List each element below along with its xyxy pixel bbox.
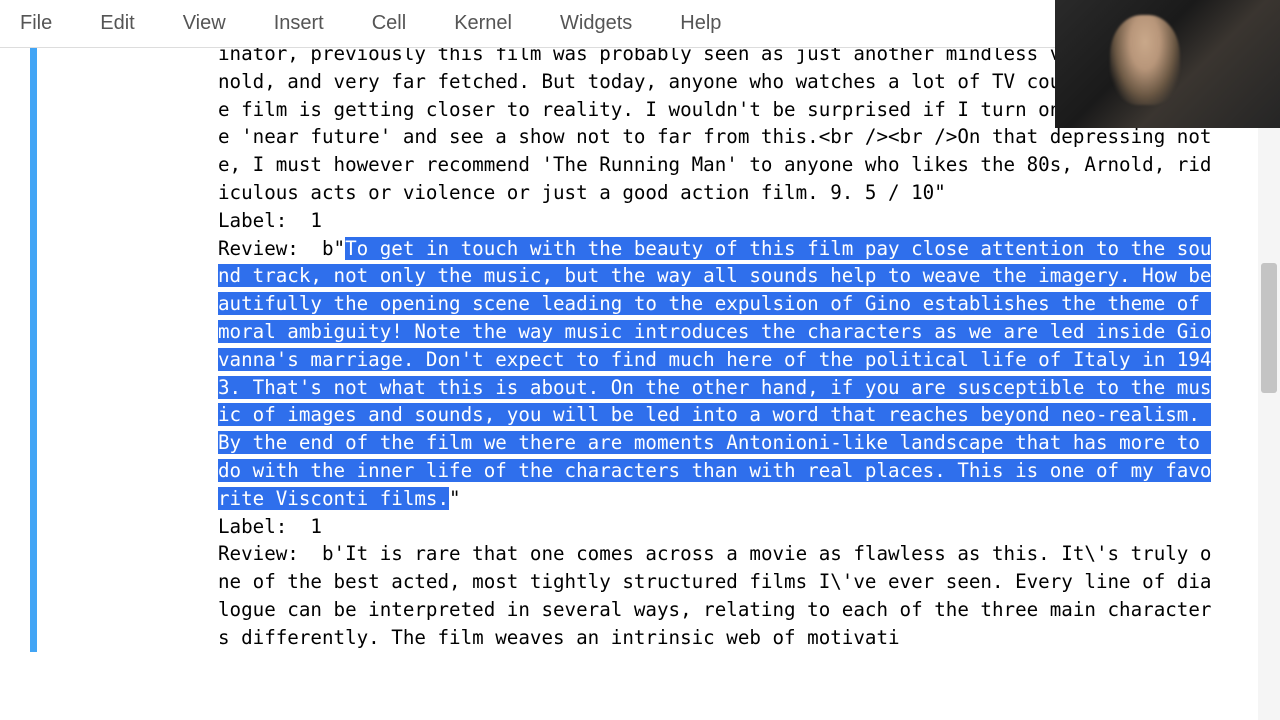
scroll-thumb[interactable] [1261,263,1277,393]
menu-widgets[interactable]: Widgets [560,12,632,35]
label2-prefix: Label: [218,515,310,538]
review2-suffix: " [449,487,461,510]
menu-file[interactable]: File [20,12,52,35]
menu-view[interactable]: View [183,12,226,35]
vertical-scrollbar[interactable] [1258,48,1280,720]
menu-edit[interactable]: Edit [100,12,134,35]
review3-body: b'It is rare that one comes across a mov… [218,542,1211,648]
label1-prefix: Label: [218,209,310,232]
review2-selected-text[interactable]: To get in touch with the beauty of this … [218,237,1211,510]
label2-value: 1 [310,515,322,538]
menu-items: File Edit View Insert Cell Kernel Widget… [20,12,721,35]
review2-prefix: Review: b" [218,237,345,260]
label1-value: 1 [310,209,322,232]
menu-insert[interactable]: Insert [274,12,324,35]
menu-help[interactable]: Help [680,12,721,35]
webcam-overlay [1055,0,1280,128]
menu-kernel[interactable]: Kernel [454,12,512,35]
code-cell[interactable]: inator, previously this film was probabl… [0,48,1258,652]
review3-prefix: Review: [218,542,322,565]
cell-output[interactable]: inator, previously this film was probabl… [218,48,1218,652]
notebook-area[interactable]: inator, previously this film was probabl… [0,48,1258,720]
menu-cell[interactable]: Cell [372,12,406,35]
cell-selection-bar [30,48,37,652]
